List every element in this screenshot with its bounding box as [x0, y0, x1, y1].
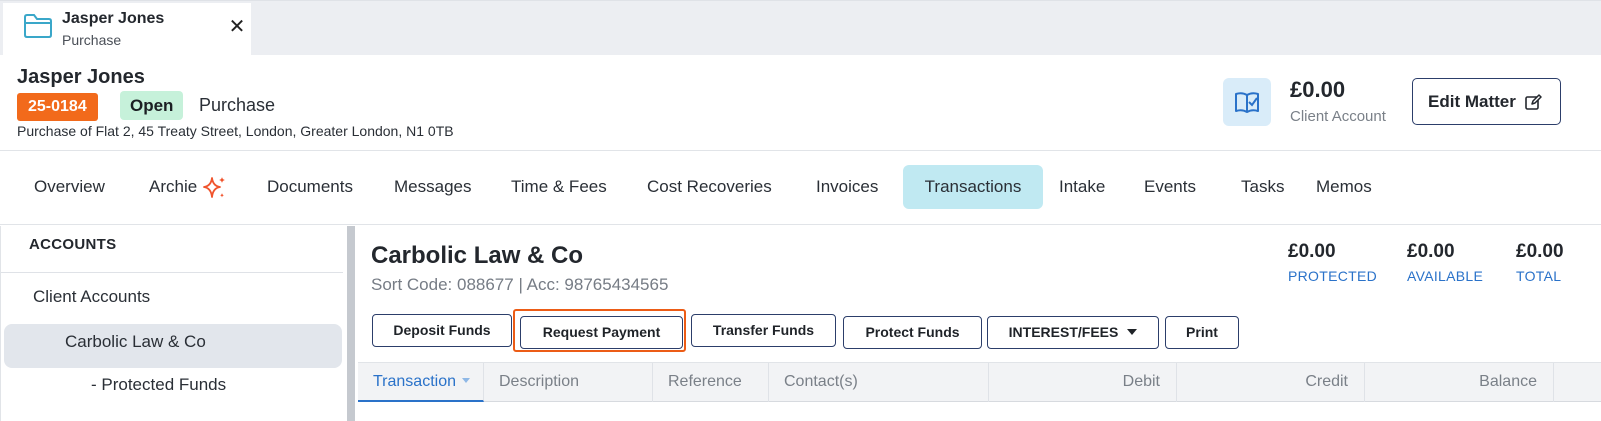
tab-time-fees[interactable]: Time & Fees: [495, 165, 623, 209]
tab-invoices[interactable]: Invoices: [800, 165, 894, 209]
column-balance[interactable]: Balance: [1365, 363, 1554, 402]
interest-fees-dropdown[interactable]: INTEREST/FEES: [987, 316, 1159, 349]
column-transaction[interactable]: Transaction: [358, 363, 484, 402]
tab-archie-label: Archie: [149, 177, 198, 196]
matter-name: Jasper Jones: [17, 66, 145, 88]
available-label: AVAILABLE: [1407, 268, 1484, 284]
column-contacts[interactable]: Contact(s): [769, 363, 989, 402]
account-name: Carbolic Law & Co: [371, 242, 584, 269]
matter-tab-strip: Jasper Jones Purchase ✕: [0, 0, 1601, 56]
transactions-table-header: Transaction Description Reference Contac…: [358, 362, 1601, 402]
client-account-amount: £0.00: [1290, 77, 1346, 102]
tab-transactions[interactable]: Transactions: [903, 165, 1043, 209]
edit-matter-label: Edit Matter: [1428, 91, 1516, 111]
tab-archie[interactable]: Archie: [133, 165, 243, 209]
status-badge: Open: [120, 91, 184, 120]
deposit-funds-button[interactable]: Deposit Funds: [372, 314, 512, 347]
tab-messages[interactable]: Messages: [378, 165, 487, 209]
sidebar-item-carbolic-law[interactable]: Carbolic Law & Co: [65, 332, 206, 352]
sort-caret-icon: [462, 378, 470, 384]
column-credit[interactable]: Credit: [1177, 363, 1365, 402]
print-button[interactable]: Print: [1165, 316, 1239, 349]
account-sort-code: Sort Code: 088677 | Acc: 98765434565: [371, 275, 669, 294]
open-book-check-icon: [1235, 92, 1259, 113]
tab-memos[interactable]: Memos: [1300, 165, 1388, 209]
close-icon[interactable]: ✕: [225, 15, 249, 39]
tab-intake[interactable]: Intake: [1043, 165, 1121, 209]
tab-overview[interactable]: Overview: [18, 165, 121, 209]
caret-down-icon: [1127, 329, 1138, 336]
folder-icon: [24, 14, 52, 38]
total-label: TOTAL: [1516, 268, 1562, 284]
edit-matter-button[interactable]: Edit Matter: [1412, 78, 1561, 125]
sidebar-item-protected-funds[interactable]: - Protected Funds: [91, 375, 226, 395]
edit-icon: [1525, 93, 1542, 110]
tab-documents[interactable]: Documents: [251, 165, 369, 209]
interest-fees-label: INTEREST/FEES: [1008, 324, 1119, 340]
sidebar-divider: [1, 272, 343, 273]
tab-subtitle: Purchase: [62, 32, 122, 48]
matter-number-badge: 25-0184: [17, 93, 98, 121]
column-transaction-label: Transaction: [373, 373, 456, 390]
total-amount: £0.00: [1516, 241, 1564, 262]
accounts-heading: ACCOUNTS: [29, 236, 117, 253]
column-debit[interactable]: Debit: [989, 363, 1177, 402]
matter-address: Purchase of Flat 2, 45 Treaty Street, Lo…: [17, 123, 454, 139]
protected-amount: £0.00: [1288, 241, 1336, 262]
protected-balance: £0.00 PROTECTED: [1288, 241, 1377, 284]
matter-tab[interactable]: Jasper Jones Purchase ✕: [3, 3, 251, 56]
matter-nav: Overview Archie Documents Messages Time …: [0, 150, 1601, 225]
tab-tasks[interactable]: Tasks: [1225, 165, 1300, 209]
sidebar-item-client-accounts[interactable]: Client Accounts: [33, 287, 150, 307]
tab-title: Jasper Jones: [62, 10, 165, 27]
tab-cost-recoveries[interactable]: Cost Recoveries: [631, 165, 788, 209]
sparkle-icon: [203, 176, 226, 198]
matter-type: Purchase: [199, 95, 276, 115]
available-balance: £0.00 AVAILABLE: [1407, 241, 1483, 284]
accounts-sidebar: ACCOUNTS Client Accounts Carbolic Law & …: [0, 226, 343, 421]
transfer-funds-button[interactable]: Transfer Funds: [691, 314, 836, 347]
client-account-label: Client Account: [1290, 108, 1386, 125]
protected-label: PROTECTED: [1288, 268, 1378, 284]
available-amount: £0.00: [1407, 241, 1455, 262]
client-account-icon: [1223, 78, 1271, 126]
panel-resize-handle[interactable]: [347, 226, 355, 421]
column-description[interactable]: Description: [484, 363, 653, 402]
total-balance: £0.00 TOTAL: [1516, 241, 1564, 284]
request-payment-highlight: [513, 309, 686, 352]
column-reference[interactable]: Reference: [653, 363, 769, 402]
tab-events[interactable]: Events: [1128, 165, 1212, 209]
protect-funds-button[interactable]: Protect Funds: [843, 316, 982, 349]
